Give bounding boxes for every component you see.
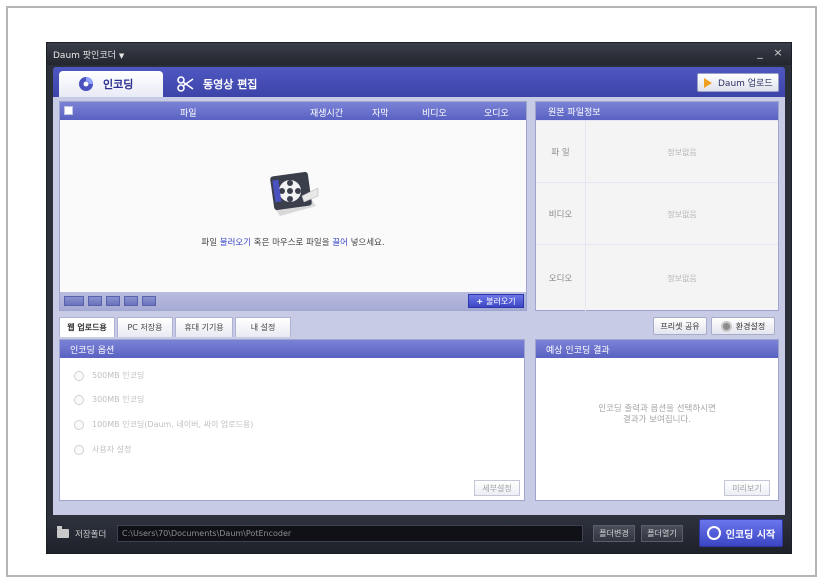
- plus-icon: +: [476, 296, 484, 306]
- option-300mb[interactable]: 300MB 인코딩: [74, 394, 144, 405]
- daum-upload-button[interactable]: Daum 업로드: [697, 73, 779, 92]
- tab-video-edit-label: 동영상 편집: [203, 78, 258, 91]
- folder-icon: [57, 526, 69, 538]
- tab-video-edit[interactable]: 동영상 편집: [171, 71, 291, 97]
- file-drop-area[interactable]: 파일 불러오기 혹은 마우스로 파일을 끌어 넣으세요.: [60, 120, 526, 292]
- select-toggle-button[interactable]: [64, 296, 84, 306]
- env-settings-label: 환경설정: [735, 321, 766, 331]
- tab-encoding-label: 인코딩: [103, 78, 134, 91]
- info-value: 정보없음: [667, 147, 697, 157]
- info-row-file: 파 일 정보없음: [536, 120, 778, 183]
- drop-message-drag-link: 끌어: [332, 238, 348, 248]
- encoding-content: 파일 재생시간 자막 비디오 오디오 파일 불러오기 혹은 마우스로 파일을 끌…: [53, 97, 785, 515]
- expected-result-panel: 예상 인코딩 결과 인코딩 출력과 옵션을 선택하시면 결과가 보여집니다. 미…: [535, 339, 779, 501]
- delete-file-button[interactable]: [142, 296, 156, 306]
- file-list-panel: 파일 재생시간 자막 비디오 오디오 파일 불러오기 혹은 마우스로 파일을 끌…: [59, 101, 527, 311]
- info-label: 파 일: [536, 121, 586, 183]
- move-down-button[interactable]: [124, 296, 138, 306]
- source-info-header: 원본 파일정보: [536, 102, 778, 120]
- move-top-button[interactable]: [88, 296, 102, 306]
- start-encoding-label: 인코딩 시작: [725, 529, 776, 541]
- app-title: Daum 팟인코더: [53, 51, 116, 61]
- env-settings-button[interactable]: 환경설정: [711, 317, 775, 335]
- column-audio[interactable]: 오디오: [484, 106, 509, 119]
- radio-button[interactable]: [74, 394, 84, 405]
- radio-button[interactable]: [74, 444, 84, 455]
- app-title-menu[interactable]: Daum 팟인코더 ▼: [53, 48, 124, 61]
- info-row-video: 비디오 정보없음: [536, 182, 778, 245]
- minimize-button[interactable]: _: [753, 46, 767, 60]
- tab-mobile-device[interactable]: 휴대 기기용: [175, 317, 233, 337]
- scissors-icon: [177, 76, 194, 92]
- title-bar: Daum 팟인코더 ▼ _ ×: [47, 43, 791, 65]
- option-label: 500MB 인코딩: [92, 371, 145, 380]
- drop-message-text: 넣으세요.: [347, 238, 385, 248]
- drop-message-text: 파일: [201, 238, 220, 248]
- screenshot-frame: Daum 팟인코더 ▼ _ × 인코딩 동영상 편집 Daum 업로드 파일 재…: [6, 6, 817, 577]
- detail-settings-button[interactable]: 세부설정: [474, 480, 520, 496]
- open-file-button[interactable]: + 불러오기: [468, 294, 524, 308]
- preset-share-button[interactable]: 프리셋 공유: [653, 317, 707, 335]
- info-label: 비디오: [536, 183, 586, 245]
- option-custom[interactable]: 사용자 설정: [74, 444, 131, 455]
- pot-encoder-window: Daum 팟인코더 ▼ _ × 인코딩 동영상 편집 Daum 업로드 파일 재…: [46, 42, 792, 554]
- encode-start-icon: [706, 526, 721, 540]
- option-label: 300MB 인코딩: [92, 395, 145, 404]
- column-subtitle[interactable]: 자막: [372, 106, 389, 119]
- change-folder-button[interactable]: 폴더변경: [593, 525, 635, 542]
- file-list-header: 파일 재생시간 자막 비디오 오디오: [60, 102, 526, 120]
- gear-icon: [720, 320, 732, 332]
- radio-button[interactable]: [74, 370, 84, 381]
- info-value: 정보없음: [667, 273, 697, 283]
- open-folder-button[interactable]: 폴더열기: [641, 525, 683, 542]
- option-500mb[interactable]: 500MB 인코딩: [74, 370, 144, 381]
- encoding-options-panel: 인코딩 옵션 500MB 인코딩 300MB 인코딩 100MB 인코딩(Dau…: [59, 339, 525, 501]
- drop-message-open-link[interactable]: 불러오기: [220, 238, 251, 248]
- tab-web-upload[interactable]: 웹 업로드용: [59, 317, 115, 337]
- expected-result-header: 예상 인코딩 결과: [536, 340, 778, 358]
- radio-button[interactable]: [74, 419, 84, 430]
- film-reel-icon: [270, 171, 319, 216]
- drop-message-text: 혹은 마우스로 파일을: [251, 238, 333, 248]
- info-value: 정보없음: [667, 209, 697, 219]
- tab-my-settings[interactable]: 내 설정: [235, 317, 291, 337]
- source-info-panel: 원본 파일정보 파 일 정보없음 비디오 정보없음 오디오 정보없음: [535, 101, 779, 311]
- encoding-disc-icon: [79, 77, 93, 91]
- chevron-down-icon: ▼: [118, 52, 125, 60]
- preview-button[interactable]: 미리보기: [724, 480, 770, 496]
- info-row-audio: 오디오 정보없음: [536, 244, 778, 311]
- info-label: 오디오: [536, 245, 586, 311]
- daum-upload-label: Daum 업로드: [718, 79, 773, 89]
- encoding-options-header: 인코딩 옵션: [60, 340, 524, 358]
- main-tab-bar: 인코딩 동영상 편집 Daum 업로드: [53, 67, 785, 97]
- tab-pc-save[interactable]: PC 저장용: [117, 317, 173, 337]
- save-path-input[interactable]: [117, 525, 583, 542]
- save-folder-label: 저장폴더: [75, 530, 107, 540]
- close-button[interactable]: ×: [771, 46, 785, 60]
- column-video[interactable]: 비디오: [422, 106, 447, 119]
- file-list-toolbar: + 불러오기: [60, 292, 526, 310]
- move-up-button[interactable]: [106, 296, 120, 306]
- tab-encoding[interactable]: 인코딩: [59, 71, 163, 97]
- select-all-checkbox[interactable]: [64, 106, 73, 115]
- open-file-label: 불러오기: [486, 296, 516, 306]
- column-file[interactable]: 파일: [180, 106, 197, 119]
- option-100mb[interactable]: 100MB 인코딩(Daum, 네이버, 싸이 업로드용): [74, 419, 253, 430]
- expected-result-message: 인코딩 출력과 옵션을 선택하시면 결과가 보여집니다.: [598, 404, 716, 425]
- option-label: 100MB 인코딩(Daum, 네이버, 싸이 업로드용): [92, 420, 254, 429]
- option-label: 사용자 설정: [92, 445, 132, 454]
- bottom-bar: 저장폴더 폴더변경 폴더열기 인코딩 시작: [47, 515, 791, 553]
- drop-message: 파일 불러오기 혹은 마우스로 파일을 끌어 넣으세요.: [60, 236, 526, 248]
- column-duration[interactable]: 재생시간: [310, 106, 343, 119]
- arrow-right-icon: [704, 77, 712, 88]
- start-encoding-button[interactable]: 인코딩 시작: [699, 519, 783, 547]
